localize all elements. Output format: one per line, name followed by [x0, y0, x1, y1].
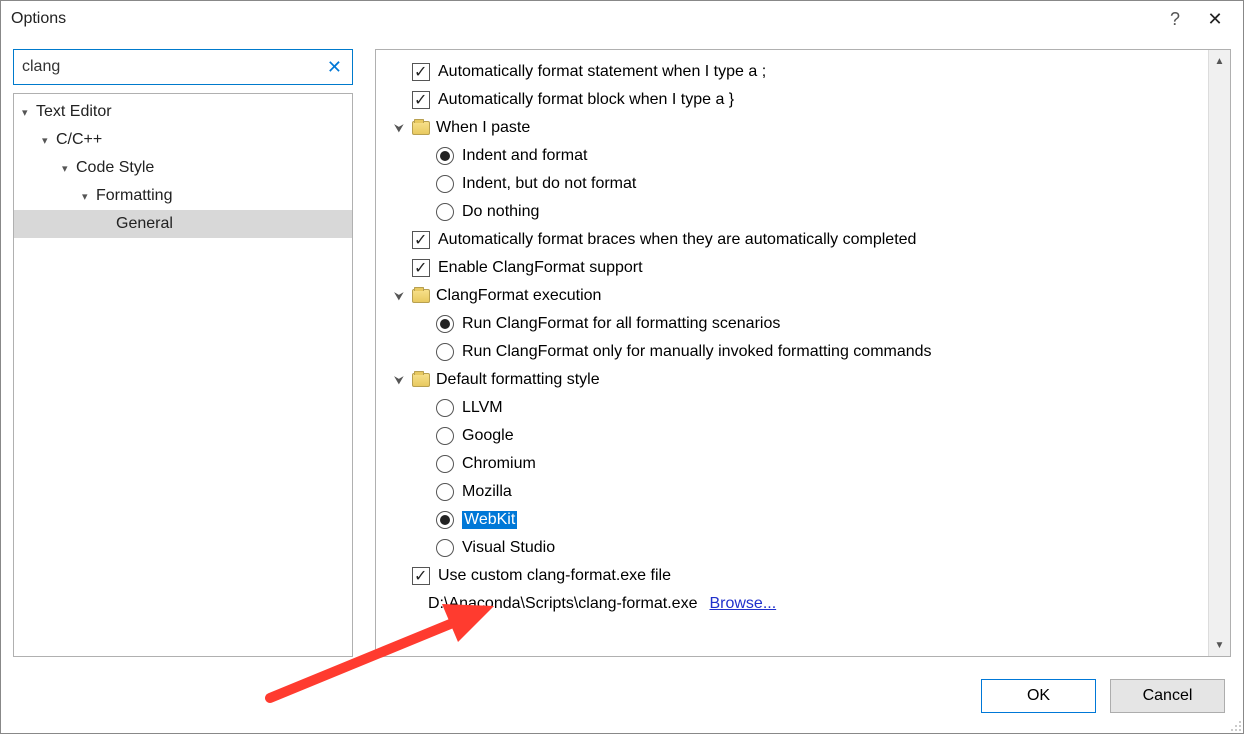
radio-style-mozilla[interactable] — [436, 483, 454, 501]
radio-style-google[interactable] — [436, 427, 454, 445]
group-toggle-cf-exec[interactable]: ⮟ — [392, 289, 406, 303]
tree-item-formatting[interactable]: ▾Formatting — [14, 182, 352, 210]
dialog-footer: OK Cancel — [1, 663, 1243, 733]
button-label: Cancel — [1143, 687, 1193, 705]
chk-auto-braces[interactable] — [412, 231, 430, 249]
scroll-track[interactable] — [1209, 72, 1230, 634]
group-toggle-paste[interactable]: ⮟ — [392, 121, 406, 135]
label: Chromium — [462, 455, 536, 473]
group-label: ClangFormat execution — [436, 287, 601, 305]
tree-item-ccpp[interactable]: ▾C/C++ — [14, 126, 352, 154]
tree-label: Formatting — [96, 187, 172, 205]
settings-content: Automatically format statement when I ty… — [376, 50, 1208, 656]
search-input[interactable] — [22, 58, 325, 76]
vertical-scrollbar[interactable]: ▲ ▼ — [1208, 50, 1230, 656]
tree-item-code-style[interactable]: ▾Code Style — [14, 154, 352, 182]
radio-style-webkit[interactable] — [436, 511, 454, 529]
dialog-body: ✕ ▾Text Editor ▾C/C++ ▾Code Style ▾Forma… — [1, 37, 1243, 663]
radio-paste-nothing[interactable] — [436, 203, 454, 221]
chk-enable-clangformat[interactable] — [412, 259, 430, 277]
ok-button[interactable]: OK — [981, 679, 1096, 713]
chk-auto-block[interactable] — [412, 91, 430, 109]
label: Run ClangFormat only for manually invoke… — [462, 343, 932, 361]
label: Visual Studio — [462, 539, 555, 557]
label: LLVM — [462, 399, 503, 417]
group-label: When I paste — [436, 119, 530, 137]
radio-style-chromium[interactable] — [436, 455, 454, 473]
tree-item-general[interactable]: General — [14, 210, 352, 238]
settings-panel: Automatically format statement when I ty… — [375, 49, 1231, 657]
help-button[interactable]: ? — [1155, 9, 1195, 30]
folder-icon — [412, 121, 430, 135]
radio-style-llvm[interactable] — [436, 399, 454, 417]
label: Do nothing — [462, 203, 539, 221]
tree-item-text-editor[interactable]: ▾Text Editor — [14, 98, 352, 126]
chk-auto-statement[interactable] — [412, 63, 430, 81]
label: Run ClangFormat for all formatting scena… — [462, 315, 780, 333]
category-tree[interactable]: ▾Text Editor ▾C/C++ ▾Code Style ▾Formatt… — [13, 93, 353, 657]
tree-label: Code Style — [76, 159, 154, 177]
chk-custom-exe[interactable] — [412, 567, 430, 585]
titlebar: Options ? ✕ — [1, 1, 1243, 37]
label: Automatically format block when I type a… — [438, 91, 734, 109]
scroll-up-icon[interactable]: ▲ — [1209, 50, 1230, 72]
scroll-down-icon[interactable]: ▼ — [1209, 634, 1230, 656]
tree-label: C/C++ — [56, 131, 102, 149]
tree-label: Text Editor — [36, 103, 112, 121]
left-column: ✕ ▾Text Editor ▾C/C++ ▾Code Style ▾Forma… — [13, 49, 353, 657]
label: Automatically format statement when I ty… — [438, 63, 766, 81]
label: Automatically format braces when they ar… — [438, 231, 916, 249]
radio-paste-indent-format[interactable] — [436, 147, 454, 165]
folder-icon — [412, 373, 430, 387]
close-button[interactable]: ✕ — [1195, 9, 1235, 30]
radio-style-vs[interactable] — [436, 539, 454, 557]
label: WebKit — [462, 511, 517, 529]
button-label: OK — [1027, 687, 1050, 705]
label: Enable ClangFormat support — [438, 259, 643, 277]
label: Indent, but do not format — [462, 175, 636, 193]
search-box[interactable]: ✕ — [13, 49, 353, 85]
label: Mozilla — [462, 483, 512, 501]
label: Use custom clang-format.exe file — [438, 567, 671, 585]
tree-label: General — [116, 215, 173, 233]
window-title: Options — [9, 10, 1155, 28]
folder-icon — [412, 289, 430, 303]
radio-cf-all[interactable] — [436, 315, 454, 333]
label: Indent and format — [462, 147, 587, 165]
options-dialog: Options ? ✕ ✕ ▾Text Editor ▾C/C++ ▾Code … — [0, 0, 1244, 734]
radio-paste-indent-only[interactable] — [436, 175, 454, 193]
radio-cf-manual[interactable] — [436, 343, 454, 361]
cancel-button[interactable]: Cancel — [1110, 679, 1225, 713]
group-label: Default formatting style — [436, 371, 600, 389]
group-toggle-style[interactable]: ⮟ — [392, 373, 406, 387]
clear-search-icon[interactable]: ✕ — [325, 57, 344, 78]
label: Google — [462, 427, 514, 445]
custom-exe-path: D:\Anaconda\Scripts\clang-format.exe — [428, 595, 697, 613]
browse-link[interactable]: Browse... — [709, 595, 776, 613]
